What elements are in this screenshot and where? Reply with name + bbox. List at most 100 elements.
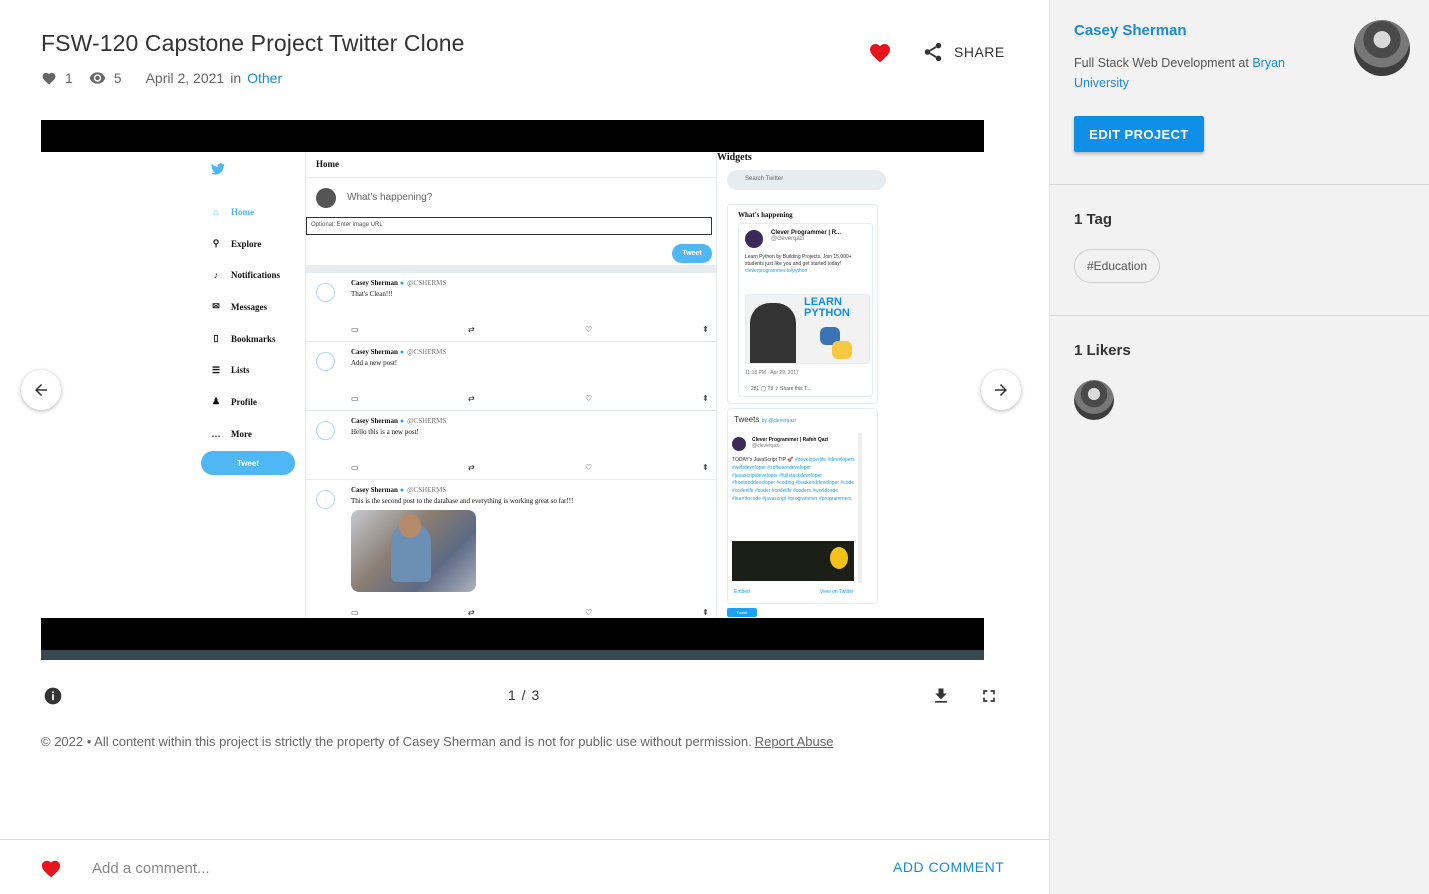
previous-image-button[interactable]	[21, 370, 61, 410]
media-viewer[interactable]: ⌂ Home ⚲ Explore ♪ Notifications ✉ Messages ▯ Boo…	[41, 120, 1001, 660]
verified-icon: ●	[399, 348, 405, 356]
comment-icon: ▭	[351, 325, 359, 334]
timeline-embed: Embed	[734, 589, 750, 595]
avatar-placeholder-icon	[316, 283, 335, 302]
publish-icon: ⇞	[702, 608, 709, 617]
timeline-author: Clever Programmer | Rafeh Qazi @cleverqaz…	[752, 437, 828, 449]
embed-handle: @cleverqazi	[771, 236, 805, 242]
clone-nav-label: Home	[231, 206, 254, 217]
letterbox-top	[41, 120, 984, 152]
like-button[interactable]	[868, 41, 892, 65]
owner-role-text: Full Stack Web Development at	[1074, 56, 1249, 70]
clone-feed-title: Home	[306, 152, 716, 178]
post-handle: @CSHERMS	[407, 486, 447, 494]
clone-nav-item: … More	[211, 418, 280, 450]
like-icon: ♡	[585, 608, 593, 617]
copyright-text: © 2022 • All content within this project…	[41, 734, 752, 749]
clone-nav-label: Lists	[231, 365, 250, 376]
post-author: Casey Sherman ● @CSHERMS	[351, 417, 446, 425]
clone-nav: ⌂ Home ⚲ Explore ♪ Notifications ✉ Messages ▯ Boo…	[211, 196, 281, 450]
mail-icon: ✉	[212, 301, 220, 312]
more-icon: …	[211, 428, 221, 439]
clone-feed: Home What's happening? Optional: Enter i…	[305, 152, 717, 618]
comment-input[interactable]	[92, 854, 852, 882]
liker-avatar[interactable]	[1074, 380, 1114, 420]
verified-icon: ●	[399, 486, 405, 494]
project-sidebar: Casey Sherman Full Stack Web Development…	[1049, 0, 1429, 894]
heart-filled-icon	[41, 860, 61, 878]
comment-like-button[interactable]	[40, 858, 62, 883]
post-name: Casey Sherman	[351, 486, 398, 494]
comment-bar: ADD COMMENT	[0, 839, 1049, 894]
clone-nav-item: ✉ Messages	[211, 291, 280, 323]
embed-link: cleverprogrammer.to/python	[745, 268, 808, 274]
post-handle: @CSHERMS	[407, 279, 447, 287]
info-icon	[44, 687, 62, 705]
twitter-logo-icon	[211, 162, 225, 180]
timeline-by: by @cleverqazi	[761, 418, 796, 424]
lightbulb-icon	[830, 547, 848, 569]
comment-icon: ▭	[351, 394, 359, 403]
embed-date: 11:18 PM · Apr 29, 2017	[745, 370, 799, 376]
heart-icon	[41, 71, 57, 85]
timeline-title: Tweets by @cleverqazi	[734, 415, 796, 424]
publish-icon: ⇞	[702, 325, 709, 334]
post-image	[351, 510, 476, 592]
compose-placeholder: What's happening?	[347, 192, 433, 203]
owner-avatar[interactable]	[1354, 20, 1410, 76]
project-screenshot: ⌂ Home ⚲ Explore ♪ Notifications ✉ Messages ▯ Boo…	[41, 152, 984, 618]
retweet-icon: ⇄	[468, 463, 475, 472]
image-url-field: Optional: Enter image URL	[306, 217, 712, 235]
share-icon	[924, 42, 942, 62]
embedded-tweet-card: What's happening Clever Programmer | R..…	[727, 204, 878, 404]
fullscreen-button[interactable]	[979, 686, 999, 711]
project-title: FSW-120 Capstone Project Twitter Clone	[41, 30, 465, 56]
python-logo-icon	[820, 327, 852, 359]
like-icon: ♡	[585, 394, 593, 403]
post-actions: ▭ ⇄ ♡ ⇞	[351, 325, 711, 335]
owner-name-link[interactable]: Casey Sherman	[1074, 22, 1187, 39]
like-icon: ♡	[585, 463, 593, 472]
tag-chip[interactable]: #Education	[1074, 249, 1161, 283]
embed-image-text: LEARN PYTHON	[804, 296, 850, 319]
embedded-tweet: Clever Programmer | R... @cleverqazi Lear…	[738, 223, 873, 397]
next-image-button[interactable]	[981, 370, 1021, 410]
post-author: Casey Sherman ● @CSHERMS	[351, 279, 446, 287]
list-icon: ☰	[211, 364, 221, 375]
timeline-image	[732, 541, 854, 581]
info-button[interactable]	[43, 686, 63, 711]
clone-nav-label: Explore	[231, 238, 262, 249]
clone-post: Casey Sherman ● @CSHERMS This is the second…	[306, 480, 716, 618]
add-comment-button[interactable]: ADD COMMENT	[893, 859, 1004, 875]
divider	[1050, 315, 1429, 316]
in-label: in	[230, 70, 242, 86]
widgets-title: Widgets	[717, 152, 752, 163]
image-counter: 1 / 3	[508, 687, 541, 703]
whats-happening-title: What's happening	[738, 211, 793, 219]
search-icon: ⚲	[212, 238, 220, 249]
timeline-lead: TODAY's JavaScript TIP 🚀	[732, 457, 794, 463]
edit-project-button[interactable]: EDIT PROJECT	[1074, 116, 1204, 152]
retweet-icon: ⇄	[468, 608, 475, 617]
share-button[interactable]: SHARE	[922, 40, 1005, 64]
post-actions: ▭ ⇄ ♡ ⇞	[351, 463, 711, 473]
category-link[interactable]: Other	[247, 70, 282, 86]
post-actions: ▭ ⇄ ♡ ⇞	[351, 608, 711, 618]
compose-tweet-button: Tweet	[672, 244, 712, 263]
project-meta: 1 5 April 2, 2021 in Other	[41, 68, 282, 88]
clone-nav-item: ☰ Lists	[211, 354, 280, 386]
timeline-scrollbar	[858, 433, 862, 583]
owner-role: Full Stack Web Development at Bryan Univ…	[1074, 53, 1314, 93]
download-button[interactable]	[931, 686, 951, 711]
clone-nav-item: ▯ Bookmarks	[211, 323, 280, 355]
viewer-strip	[41, 650, 984, 660]
clone-nav-item: ♪ Notifications	[211, 259, 280, 291]
clone-nav-item: ⚲ Explore	[211, 228, 280, 260]
letterbox-bottom	[41, 618, 984, 650]
embed-name: Clever Programmer | R... @cleverqazi	[771, 230, 841, 242]
clone-widgets: Widgets Search Twitter What's happening …	[717, 152, 917, 618]
post-name: Casey Sherman	[351, 417, 398, 425]
mini-tweet-button: Tweet	[727, 608, 757, 617]
post-handle: @CSHERMS	[407, 417, 447, 425]
report-abuse-link[interactable]: Report Abuse	[755, 734, 834, 749]
